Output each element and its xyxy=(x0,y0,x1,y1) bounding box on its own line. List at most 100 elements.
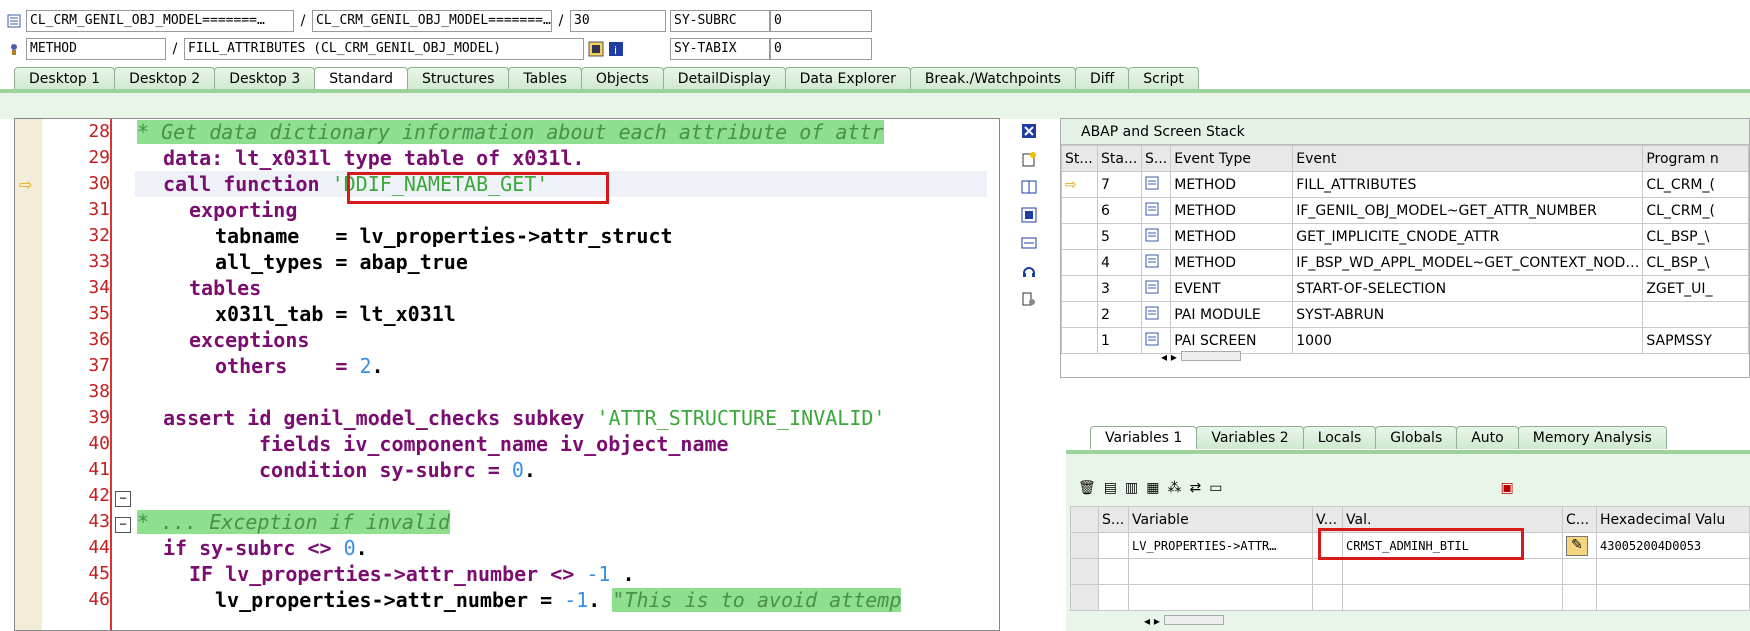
stack-program xyxy=(1642,301,1749,328)
stack-program: CL_BSP_\ xyxy=(1642,249,1749,276)
event-type-field[interactable]: METHOD xyxy=(26,38,166,60)
tab-data-explorer[interactable]: Data Explorer xyxy=(784,67,911,90)
detail-icon[interactable]: ▤ xyxy=(1104,480,1117,496)
list-icon[interactable]: ▥ xyxy=(1125,480,1138,496)
separator: / xyxy=(300,13,306,29)
sysvar-field-2[interactable]: SY-TABIX xyxy=(670,38,770,60)
split-view-icon[interactable] xyxy=(1018,176,1040,198)
hex-value[interactable]: 430052004D0053 xyxy=(1596,532,1750,559)
save-icon[interactable]: ▣ xyxy=(1500,480,1513,496)
fold-icon-44[interactable]: − xyxy=(115,491,131,507)
stack-cell xyxy=(1061,249,1098,276)
event-field[interactable]: FILL_ATTRIBUTES (CL_CRM_GENIL_OBJ_MODEL) xyxy=(184,38,584,60)
tab-standard[interactable]: Standard xyxy=(314,67,408,90)
line-number: 29 xyxy=(88,147,110,168)
code-token: if sy-subrc <> xyxy=(163,536,344,560)
event-type-icon xyxy=(1140,171,1172,198)
code-token: exporting xyxy=(189,198,298,222)
headset-icon[interactable] xyxy=(1018,260,1040,282)
abap-stack-panel: ABAP and Screen Stack St... Sta... S... Eve… xyxy=(1060,118,1750,378)
variables-hscroll[interactable]: ◂ ▸ xyxy=(1144,614,1224,628)
vartab-memory-analysis[interactable]: Memory Analysis xyxy=(1517,426,1667,449)
stack-row[interactable]: 2 PAI MODULE SYST-ABRUN xyxy=(1061,301,1749,328)
variable-column-header[interactable] xyxy=(1070,506,1099,533)
line-field[interactable]: 30 xyxy=(570,10,666,32)
event-type-icon xyxy=(1140,301,1172,328)
info-icon[interactable]: i xyxy=(608,41,624,57)
save-list-icon[interactable]: ▦ xyxy=(1146,480,1159,496)
code-token: others = xyxy=(215,354,360,378)
tab-objects[interactable]: Objects xyxy=(580,67,664,90)
stack-column-header[interactable]: Sta... xyxy=(1097,145,1142,172)
vartab-globals[interactable]: Globals xyxy=(1375,426,1458,449)
tab-diff[interactable]: Diff xyxy=(1074,67,1130,90)
stack-column-header[interactable]: Event xyxy=(1292,145,1644,172)
line-number: 33 xyxy=(88,251,110,272)
tab-desktop-1[interactable]: Desktop 1 xyxy=(14,67,116,90)
tab-desktop-2[interactable]: Desktop 2 xyxy=(114,67,216,90)
fullscreen-icon[interactable] xyxy=(1018,204,1040,226)
stack-column-header[interactable]: St... xyxy=(1061,145,1098,172)
variable-column-header[interactable]: Hexadecimal Valu xyxy=(1596,506,1750,533)
swap-icon[interactable]: ⇄ xyxy=(1189,480,1201,496)
line-number: 46 xyxy=(88,589,110,610)
event-type-icon xyxy=(1140,275,1172,302)
stack-column-header[interactable]: Event Type xyxy=(1170,145,1294,172)
stack-cell xyxy=(1061,327,1098,354)
sysval-field-1[interactable]: 0 xyxy=(770,10,872,32)
line-number: 39 xyxy=(88,407,110,428)
fold-icon-45[interactable]: − xyxy=(115,517,131,533)
stack-program: CL_CRM_( xyxy=(1642,197,1749,224)
stack-row[interactable]: ⇨ 7 METHOD FILL_ATTRIBUTES CL_CRM_( xyxy=(1061,171,1749,198)
stack-table: St... Sta... S... Event Type Event Program n … xyxy=(1061,145,1749,354)
tab-structures[interactable]: Structures xyxy=(406,67,510,90)
method-icon xyxy=(6,41,22,57)
variable-tabs: Variables 1 Variables 2 Locals Globals Auto M… xyxy=(1090,426,1667,449)
stack-hscroll[interactable]: ◂ ▸ xyxy=(1161,350,1241,364)
resize-icon[interactable] xyxy=(1018,232,1040,254)
tab-desktop-3[interactable]: Desktop 3 xyxy=(214,67,316,90)
vartab-variables-1[interactable]: Variables 1 xyxy=(1090,426,1198,449)
stack-column-header[interactable]: S... xyxy=(1140,145,1172,172)
code-token: exceptions xyxy=(189,328,310,352)
include-field[interactable]: CL_CRM_GENIL_OBJ_MODEL=======… xyxy=(312,10,552,32)
stack-row[interactable]: 3 EVENT START-OF-SELECTION ZGET_UI_ xyxy=(1061,275,1749,302)
vartab-variables-2[interactable]: Variables 2 xyxy=(1196,426,1304,449)
close-icon[interactable] xyxy=(1018,120,1040,142)
stack-column-header[interactable]: Program n xyxy=(1642,145,1749,172)
variable-column-header[interactable]: S... xyxy=(1098,506,1129,533)
breakpoint-gutter[interactable] xyxy=(15,119,42,630)
vartab-auto[interactable]: Auto xyxy=(1456,426,1519,449)
tab-tables[interactable]: Tables xyxy=(508,67,582,90)
tree-icon[interactable]: ⁂ xyxy=(1167,480,1181,496)
variable-column-header[interactable]: Variable xyxy=(1128,506,1313,533)
stack-cell xyxy=(1061,275,1098,302)
highlight-box-function xyxy=(347,172,609,204)
vartab-locals[interactable]: Locals xyxy=(1302,426,1377,449)
code-token: call function xyxy=(163,172,332,196)
navigate-icon[interactable] xyxy=(588,41,604,57)
stack-row[interactable]: 6 METHOD IF_GENIL_OBJ_MODEL~GET_ATTR_NUMBE… xyxy=(1061,197,1749,224)
stack-row[interactable]: 5 METHOD GET_IMPLICITE_CNODE_ATTR CL_BSP_\ xyxy=(1061,223,1749,250)
sysvar-field-1[interactable]: SY-SUBRC xyxy=(670,10,770,32)
stack-row[interactable]: 4 METHOD IF_BSP_WD_APPL_MODEL~GET_CONTEXT_… xyxy=(1061,249,1749,276)
code-token: 0 xyxy=(343,536,356,560)
tab-detaildisplay[interactable]: DetailDisplay xyxy=(662,67,786,90)
delete-icon[interactable]: 🗑 xyxy=(1078,480,1096,496)
program-field[interactable]: CL_CRM_GENIL_OBJ_MODEL=======… xyxy=(26,10,294,32)
new-breakpoint-icon[interactable] xyxy=(1018,148,1040,170)
code-token: 'ATTR_STRUCTURE_INVALID' xyxy=(596,406,886,430)
line-number: 35 xyxy=(88,303,110,324)
sysval-field-2[interactable]: 0 xyxy=(770,38,872,60)
stack-level: 5 xyxy=(1097,223,1142,250)
variable-column-header[interactable]: C... xyxy=(1562,506,1597,533)
tab-break-watchpoints[interactable]: Break./Watchpoints xyxy=(909,67,1076,90)
stack-event: 1000 xyxy=(1292,327,1644,354)
edit-pencil-icon[interactable]: ✎ xyxy=(1566,535,1588,556)
settings-icon[interactable] xyxy=(1018,288,1040,310)
stack-level: 3 xyxy=(1097,275,1142,302)
tab-script[interactable]: Script xyxy=(1128,67,1199,90)
object-icon[interactable]: ▭ xyxy=(1209,480,1222,496)
variable-name[interactable]: LV_PROPERTIES->ATTR… xyxy=(1128,532,1313,559)
code-token: x031l_tab = lt_x031l xyxy=(215,302,456,326)
